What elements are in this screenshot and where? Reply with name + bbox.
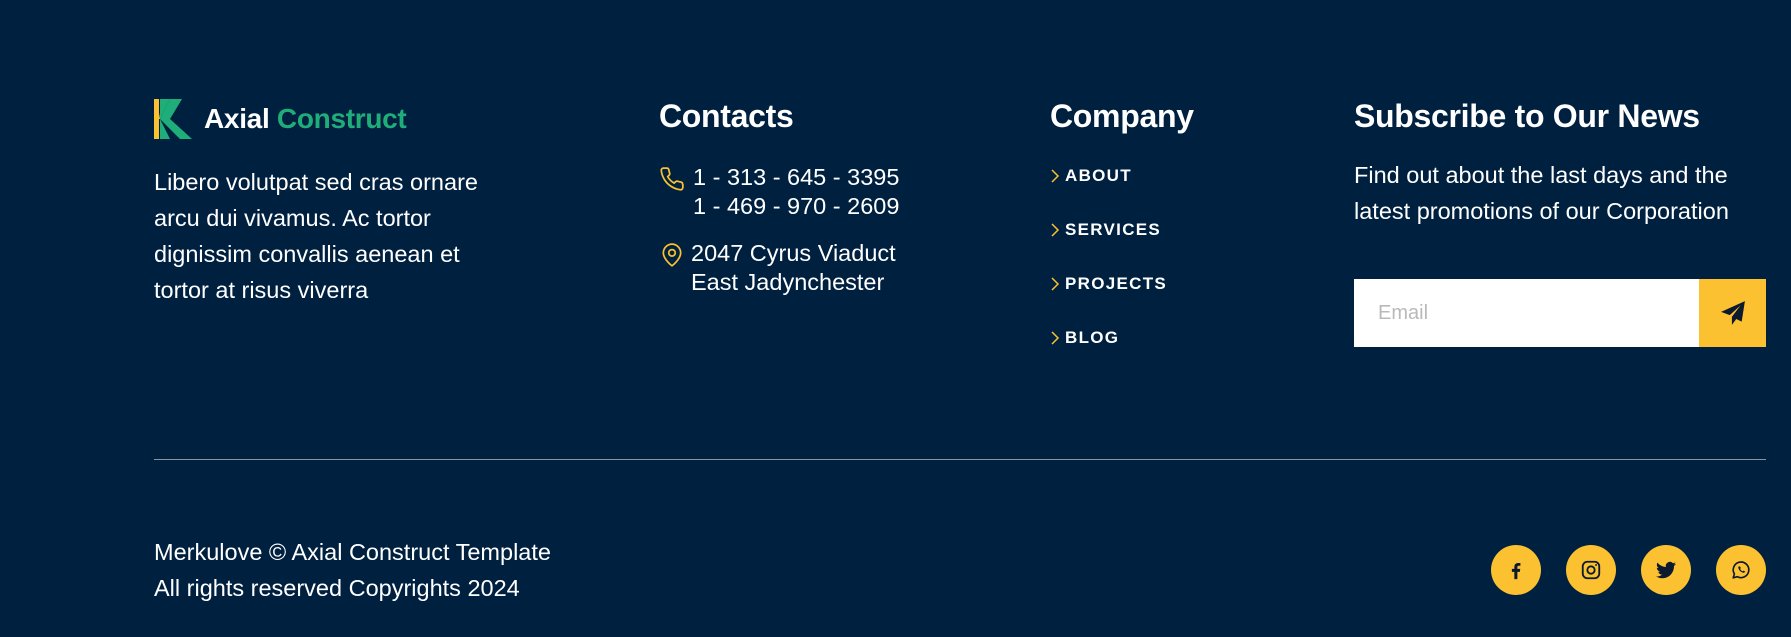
phone-numbers: 1 - 313 - 645 - 3395 1 - 469 - 970 - 260… xyxy=(693,163,899,221)
company-link-label: SERVICES xyxy=(1065,220,1162,239)
logo-text-part2: Construct xyxy=(276,103,407,134)
subscribe-title: Subscribe to Our News xyxy=(1354,98,1700,134)
address-lines: 2047 Cyrus Viaduct East Jadynchester xyxy=(691,239,896,297)
contacts-column: Contacts 1 - 313 - 645 - 3395 1 - 469 - … xyxy=(659,98,979,297)
subscribe-column: Subscribe to Our News Find out about the… xyxy=(1354,98,1766,347)
address-line-2: East Jadynchester xyxy=(691,269,885,295)
facebook-icon xyxy=(1511,562,1521,580)
whatsapp-icon xyxy=(1732,561,1750,579)
chevron-right-icon xyxy=(1051,169,1060,183)
site-footer: Axial Construct Libero volutpat sed cras… xyxy=(0,0,1791,637)
twitter-icon xyxy=(1655,561,1677,579)
brand-column: Axial Construct Libero volutpat sed cras… xyxy=(154,98,514,308)
phone-icon xyxy=(660,167,684,191)
company-column: Company ABOUT SERVICES PROJECTS BLOG xyxy=(1050,98,1270,379)
phone-number-1[interactable]: 1 - 313 - 645 - 3395 xyxy=(693,163,899,192)
company-link-label: PROJECTS xyxy=(1065,274,1168,293)
social-links xyxy=(1466,545,1766,595)
address-line-1: 2047 Cyrus Viaduct xyxy=(691,240,896,266)
phone-number-2[interactable]: 1 - 469 - 970 - 2609 xyxy=(693,192,899,221)
company-title: Company xyxy=(1050,98,1194,134)
map-pin-icon xyxy=(662,243,682,267)
chevron-right-icon xyxy=(1051,223,1060,237)
logo[interactable]: Axial Construct xyxy=(154,98,514,140)
instagram-icon xyxy=(1581,560,1601,580)
instagram-button[interactable] xyxy=(1566,545,1616,595)
subscribe-description: Find out about the last days and the lat… xyxy=(1354,162,1729,224)
logo-text: Axial Construct xyxy=(204,103,407,135)
copyright-line-2: All rights reserved Copyrights 2024 xyxy=(154,575,520,601)
paper-plane-icon xyxy=(1720,301,1745,325)
company-link-about[interactable]: ABOUT xyxy=(1050,163,1270,189)
brand-description: Libero volutpat sed cras ornare arcu dui… xyxy=(154,169,478,303)
logo-text-part1: Axial xyxy=(204,103,270,134)
company-link-label: ABOUT xyxy=(1065,166,1132,185)
whatsapp-button[interactable] xyxy=(1716,545,1766,595)
email-input[interactable] xyxy=(1354,279,1699,347)
footer-divider xyxy=(154,459,1766,460)
twitter-button[interactable] xyxy=(1641,545,1691,595)
company-links: ABOUT SERVICES PROJECTS BLOG xyxy=(1050,163,1270,351)
company-link-projects[interactable]: PROJECTS xyxy=(1050,271,1270,297)
subscribe-form xyxy=(1354,279,1766,347)
subscribe-send-button[interactable] xyxy=(1699,279,1766,347)
address-contact: 2047 Cyrus Viaduct East Jadynchester xyxy=(659,239,979,297)
facebook-button[interactable] xyxy=(1491,545,1541,595)
double-chevron-k-logo-icon xyxy=(154,99,192,139)
chevron-right-icon xyxy=(1051,277,1060,291)
contacts-title: Contacts xyxy=(659,98,794,134)
company-link-services[interactable]: SERVICES xyxy=(1050,217,1270,243)
company-link-blog[interactable]: BLOG xyxy=(1050,325,1270,351)
chevron-right-icon xyxy=(1051,331,1060,345)
phone-contact: 1 - 313 - 645 - 3395 1 - 469 - 970 - 260… xyxy=(659,163,979,221)
copyright-line-1: Merkulove © Axial Construct Template xyxy=(154,539,551,565)
copyright: Merkulove © Axial Construct Template All… xyxy=(154,534,551,606)
company-link-label: BLOG xyxy=(1065,328,1120,347)
